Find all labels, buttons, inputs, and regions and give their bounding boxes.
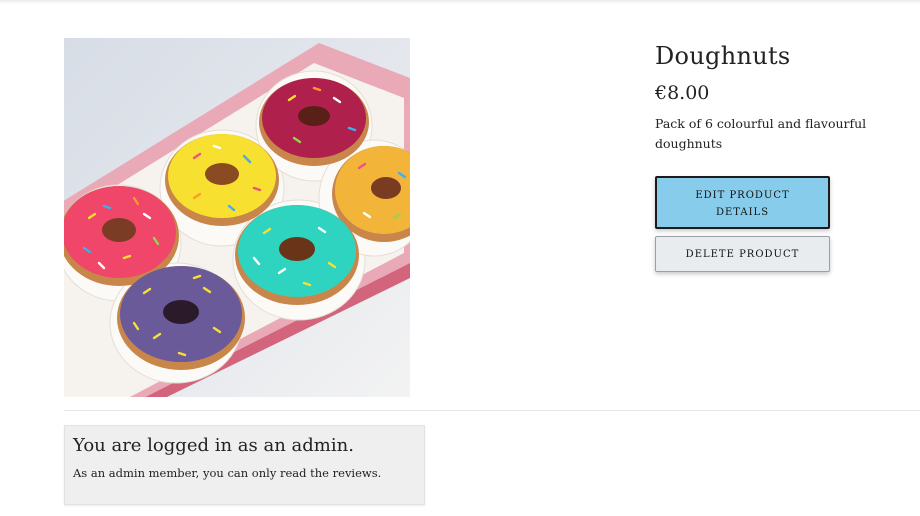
section-divider xyxy=(64,410,920,411)
delete-product-button[interactable]: Delete Product xyxy=(655,236,830,272)
product-title: Doughnuts xyxy=(655,42,791,70)
admin-notice-text: As an admin member, you can only read th… xyxy=(73,466,382,480)
admin-notice-heading: You are logged in as an admin. xyxy=(73,435,354,456)
product-details: Doughnuts €8.00 Pack of 6 colourful and … xyxy=(655,40,905,154)
product-description: Pack of 6 colourful and flavourful dough… xyxy=(655,116,867,151)
header-shadow xyxy=(0,0,920,4)
product-price: €8.00 xyxy=(655,82,710,104)
product-image xyxy=(64,38,410,397)
admin-notice: You are logged in as an admin. As an adm… xyxy=(64,425,425,505)
edit-product-button[interactable]: Edit Product Details xyxy=(655,176,830,229)
